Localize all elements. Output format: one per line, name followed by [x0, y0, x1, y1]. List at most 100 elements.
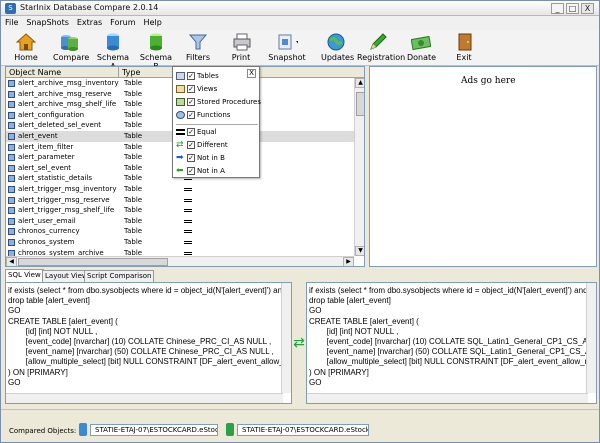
- pencil-icon: [367, 32, 389, 52]
- object-type: Table: [124, 153, 143, 162]
- object-type: Table: [124, 174, 143, 183]
- tab-script-comparison[interactable]: Script Comparison: [84, 270, 155, 282]
- sql-panel-right[interactable]: if exists (select * from dbo.sysobjects …: [306, 282, 597, 404]
- filter-tables[interactable]: ✓ Tables: [176, 70, 219, 82]
- scroll-up-arrow-icon[interactable]: ▲: [355, 78, 364, 88]
- view-icon: [176, 85, 185, 93]
- hscroll-thumb[interactable]: [18, 258, 168, 266]
- database-icon: [102, 32, 124, 52]
- divider: [176, 124, 258, 125]
- app-icon: S: [5, 3, 16, 14]
- object-type: Table: [124, 100, 143, 109]
- filter-functions[interactable]: ✓ Functions: [176, 109, 230, 121]
- sql-right-horizontal-scrollbar[interactable]: [307, 393, 588, 403]
- object-name: alert_item_filter: [18, 142, 74, 151]
- donate-button[interactable]: Donate: [407, 32, 436, 62]
- checkbox[interactable]: ✓: [187, 167, 195, 175]
- database-icon: [145, 32, 167, 52]
- table-icon: [8, 186, 15, 193]
- object-type: Table: [124, 132, 143, 140]
- scroll-thumb[interactable]: [356, 92, 364, 116]
- scroll-right-arrow-icon[interactable]: ▶: [343, 257, 354, 266]
- object-name: alert_parameter: [18, 153, 75, 162]
- registration-button[interactable]: Registration: [357, 32, 405, 62]
- object-type: Table: [124, 163, 143, 172]
- scroll-down-arrow-icon[interactable]: ▼: [355, 246, 364, 256]
- close-button[interactable]: X: [581, 3, 594, 14]
- checkbox[interactable]: ✓: [187, 154, 195, 162]
- filter-not-in-a[interactable]: ⬅ ✓ Not in A: [176, 165, 225, 177]
- menu-extras[interactable]: Extras: [73, 16, 106, 30]
- ads-panel: Ads go here: [369, 66, 597, 267]
- arrow-right-icon: ➡: [176, 153, 184, 163]
- table-icon: [176, 72, 185, 80]
- table-icon: [8, 143, 15, 151]
- filter-different[interactable]: ⇄ ✓ Different: [176, 139, 228, 151]
- checkbox[interactable]: ✓: [187, 111, 195, 119]
- snapshot-button[interactable]: Snapshot: [267, 32, 307, 62]
- updates-button[interactable]: Updates: [321, 32, 355, 62]
- object-type: Table: [124, 142, 143, 151]
- filter-close-button[interactable]: X: [247, 69, 256, 78]
- object-name: alert_configuration: [18, 110, 85, 119]
- grid-horizontal-scrollbar[interactable]: ◀ ▶: [6, 256, 354, 266]
- checkbox[interactable]: ✓: [187, 98, 195, 106]
- menu-snapshots[interactable]: SnapShots: [22, 16, 72, 30]
- table-row[interactable]: alert_trigger_msg_inventory Table: [6, 184, 364, 195]
- tab-sql-view[interactable]: SQL View: [5, 269, 44, 282]
- filter-views[interactable]: ✓ Views: [176, 83, 217, 95]
- object-type: Table: [124, 238, 143, 246]
- table-icon: [8, 90, 15, 98]
- object-type: Table: [124, 206, 143, 215]
- grid-vertical-scrollbar[interactable]: ▲ ▼: [354, 78, 364, 256]
- maximize-button[interactable]: □: [566, 3, 579, 14]
- checkbox[interactable]: ✓: [187, 72, 195, 80]
- checkbox[interactable]: ✓: [187, 128, 195, 136]
- updates-label: Updates: [321, 53, 355, 62]
- checkbox[interactable]: ✓: [187, 141, 195, 149]
- sql-left-horizontal-scrollbar[interactable]: [6, 393, 283, 403]
- object-type: Table: [124, 121, 143, 130]
- menu-file[interactable]: File: [1, 16, 22, 30]
- sql-right-vertical-scrollbar[interactable]: [586, 283, 596, 393]
- filter-stored-procedures[interactable]: ✓ Stored Procedures: [176, 96, 261, 108]
- checkbox[interactable]: ✓: [187, 85, 195, 93]
- sql-text-left: if exists (select * from dbo.sysobjects …: [8, 286, 291, 387]
- funnel-icon: [187, 32, 209, 52]
- filter-not-in-b[interactable]: ➡ ✓ Not in B: [176, 152, 225, 164]
- compare-arrows[interactable]: ⇄: [292, 282, 306, 404]
- table-row[interactable]: chronos_system Table: [6, 237, 364, 248]
- table-row[interactable]: alert_user_email Table: [6, 216, 364, 227]
- table-icon: [8, 228, 15, 236]
- scroll-left-arrow-icon[interactable]: ◀: [6, 257, 17, 266]
- compare-button[interactable]: Compare: [53, 32, 89, 62]
- column-type[interactable]: Type: [119, 67, 179, 78]
- toolbar: Home Compare Schema A Schema B Filters P…: [1, 30, 599, 71]
- table-row[interactable]: alert_trigger_msg_shelf_life Table: [6, 205, 364, 216]
- print-button[interactable]: Print: [231, 32, 251, 62]
- menu-help[interactable]: Help: [140, 16, 166, 30]
- home-button[interactable]: Home: [14, 32, 38, 62]
- exit-button[interactable]: Exit: [454, 32, 474, 62]
- column-object-name[interactable]: Object Name: [6, 67, 119, 78]
- compared-object-b: STATIE-ETAJ-07\ESTOCKCARD.eStock_: [237, 424, 369, 436]
- menu-forum[interactable]: Forum: [106, 16, 139, 30]
- table-icon: [8, 196, 15, 204]
- table-row[interactable]: chronos_currency Table: [6, 226, 364, 237]
- table-icon: [8, 239, 15, 246]
- object-name: alert_trigger_msg_reserve: [18, 195, 110, 204]
- filters-button[interactable]: Filters: [186, 32, 210, 62]
- snapshot-icon: [276, 32, 298, 52]
- minimize-button[interactable]: _: [551, 3, 564, 14]
- equal-icon: [184, 219, 192, 223]
- table-row[interactable]: alert_trigger_msg_reserve Table: [6, 195, 364, 206]
- filter-equal[interactable]: ✓ Equal: [176, 126, 217, 138]
- sql-panel-left[interactable]: if exists (select * from dbo.sysobjects …: [5, 282, 292, 404]
- main-window: { "window": {"title": "StarInix Database…: [0, 0, 600, 443]
- compared-objects-label: Compared Objects:: [9, 427, 77, 435]
- sql-left-vertical-scrollbar[interactable]: [281, 283, 291, 393]
- schema-a-icon: [79, 423, 87, 436]
- equal-icon: [176, 129, 185, 135]
- table-icon: [8, 122, 15, 130]
- object-type: Table: [124, 110, 143, 119]
